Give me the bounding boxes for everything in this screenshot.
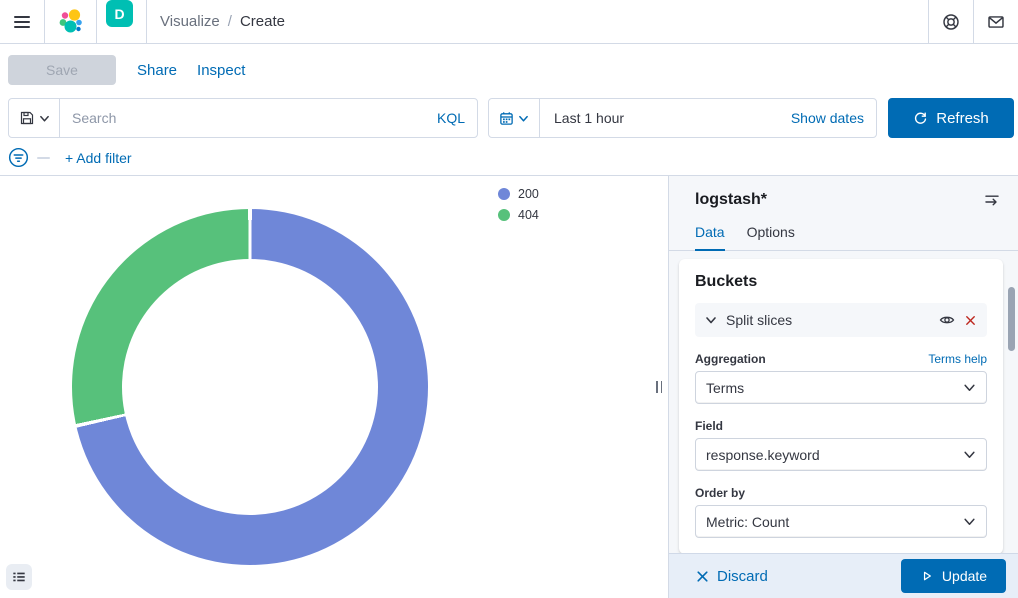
date-picker-group: Last 1 hour Show dates <box>488 98 877 138</box>
field-label: Field <box>695 419 723 433</box>
help-icon <box>942 13 960 31</box>
refresh-label: Refresh <box>936 110 989 127</box>
calendar-icon <box>499 111 514 126</box>
play-icon <box>920 569 934 583</box>
aggregation-select[interactable]: Terms <box>695 371 987 404</box>
search-input[interactable] <box>60 99 437 137</box>
panel-footer: Discard Update <box>669 553 1018 598</box>
panel-tabs: Data Options <box>669 210 1018 251</box>
collapse-panel-button[interactable] <box>982 190 1002 210</box>
panel-scrollbar[interactable] <box>1008 287 1015 351</box>
donut-hole <box>122 259 378 515</box>
kql-language-button[interactable]: KQL <box>437 110 477 126</box>
visualization-area: 200 404 <box>0 176 668 598</box>
breadcrumb: Visualize / Create <box>147 0 285 43</box>
quick-select-time-button[interactable] <box>489 99 540 137</box>
mail-icon <box>987 13 1005 31</box>
index-pattern-title: logstash* <box>695 191 767 209</box>
breadcrumb-create: Create <box>240 13 285 30</box>
newsfeed-button[interactable] <box>974 0 1018 43</box>
header-divider <box>96 0 97 43</box>
share-button[interactable]: Share <box>137 62 177 79</box>
header-right <box>928 0 1018 43</box>
tab-data[interactable]: Data <box>695 224 725 251</box>
panel-header: logstash* <box>669 176 1018 210</box>
chevron-down-icon <box>963 448 976 461</box>
buckets-card: Buckets Split slices <box>679 259 1003 554</box>
close-icon <box>964 314 977 327</box>
donut-chart[interactable] <box>72 209 428 565</box>
menu-button[interactable] <box>0 0 44 43</box>
aggregation-label: Aggregation <box>695 352 766 366</box>
help-button[interactable] <box>929 0 973 43</box>
chart-legend: 200 404 <box>498 187 539 222</box>
split-slices-label[interactable]: Split slices <box>726 312 930 328</box>
legend-label: 200 <box>518 187 539 201</box>
panel-resize-handle[interactable] <box>654 380 664 394</box>
list-icon <box>12 570 26 584</box>
toolbar: Save Share Inspect <box>0 44 1018 96</box>
filter-bar: + Add filter <box>0 140 1018 176</box>
saved-filters-icon[interactable] <box>8 147 29 168</box>
chevron-down-icon <box>963 515 976 528</box>
tab-options[interactable]: Options <box>747 224 795 250</box>
save-query-icon <box>19 110 35 126</box>
chevron-down-icon <box>39 113 50 124</box>
order-by-label: Order by <box>695 486 745 500</box>
legend-toggle-button[interactable] <box>6 564 32 590</box>
toggle-visibility-button[interactable] <box>939 312 955 328</box>
hamburger-icon <box>14 15 30 29</box>
saved-query-menu-button[interactable] <box>9 99 60 137</box>
refresh-icon <box>913 111 928 126</box>
buckets-section-title: Buckets <box>695 273 987 291</box>
refresh-button[interactable]: Refresh <box>888 98 1014 138</box>
show-dates-button[interactable]: Show dates <box>791 110 876 126</box>
remove-bucket-button[interactable] <box>964 314 977 327</box>
content: 200 404 logstash* <box>0 176 1018 598</box>
legend-item[interactable]: 200 <box>498 187 539 201</box>
chevron-down-icon <box>518 113 529 124</box>
chevron-down-icon <box>963 381 976 394</box>
terms-help-link[interactable]: Terms help <box>928 352 987 366</box>
legend-color-dot <box>498 188 510 200</box>
filter-bar-dash <box>37 157 50 159</box>
query-bar: KQL Last 1 hour Show dates <box>0 96 1018 140</box>
inspect-button[interactable]: Inspect <box>197 62 245 79</box>
eye-icon <box>939 312 955 328</box>
search-group: KQL <box>8 98 478 138</box>
add-filter-button[interactable]: + Add filter <box>65 150 132 166</box>
legend-color-dot <box>498 209 510 221</box>
order-by-select[interactable]: Metric: Count <box>695 505 987 538</box>
split-slices-row: Split slices <box>695 303 987 337</box>
breadcrumb-separator: / <box>228 13 232 30</box>
header: D Visualize / Create <box>0 0 1018 44</box>
breadcrumb-visualize[interactable]: Visualize <box>160 13 220 30</box>
chevron-down-icon[interactable] <box>705 314 717 326</box>
space-avatar[interactable]: D <box>106 0 133 27</box>
close-icon <box>695 569 710 584</box>
discard-button[interactable]: Discard <box>695 568 768 585</box>
legend-label: 404 <box>518 208 539 222</box>
kibana-visualize-app: D Visualize / Create <box>0 0 1018 598</box>
legend-item[interactable]: 404 <box>498 208 539 222</box>
elastic-logo[interactable] <box>45 0 96 43</box>
field-select[interactable]: response.keyword <box>695 438 987 471</box>
time-range-value[interactable]: Last 1 hour <box>540 110 791 126</box>
editor-side-panel: logstash* Data Options Buckets <box>668 176 1018 598</box>
update-button[interactable]: Update <box>901 559 1006 593</box>
menu-right-icon <box>984 192 1000 208</box>
save-button[interactable]: Save <box>8 55 116 85</box>
